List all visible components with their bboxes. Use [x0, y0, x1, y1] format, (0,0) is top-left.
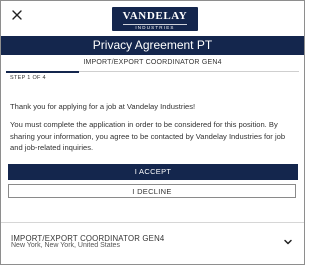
chevron-down-glyph — [284, 239, 292, 245]
close-icon-glyph — [12, 10, 22, 20]
intro-paragraph: Thank you for applying for a job at Vand… — [10, 102, 196, 111]
close-icon[interactable] — [11, 9, 23, 21]
logo-rule — [123, 24, 187, 25]
dialog-title: Privacy Agreement PT — [1, 36, 304, 55]
job-tab-label: IMPORT/EXPORT COORDINATOR GEN4 — [83, 59, 222, 66]
accept-button[interactable]: I ACCEPT — [8, 164, 298, 180]
decline-button[interactable]: I DECLINE — [8, 184, 296, 198]
consent-paragraph: You must complete the application in ord… — [10, 120, 286, 152]
progress-bar — [6, 70, 299, 73]
progress-bar-fill — [6, 70, 80, 73]
job-summary-row[interactable]: IMPORT/EXPORT COORDINATOR GEN4 New York,… — [1, 223, 304, 264]
logo-subtitle: INDUSTRIES — [135, 25, 175, 30]
job-summary-location: New York, New York, United States — [11, 242, 120, 249]
chevron-down-icon[interactable] — [283, 234, 293, 245]
step-indicator: STEP 1 OF 4 — [10, 75, 46, 81]
company-logo: VANDELAY INDUSTRIES — [112, 7, 198, 31]
logo-wordmark: VANDELAY — [122, 10, 188, 22]
privacy-agreement-dialog: VANDELAY INDUSTRIES Privacy Agreement PT… — [0, 0, 305, 265]
